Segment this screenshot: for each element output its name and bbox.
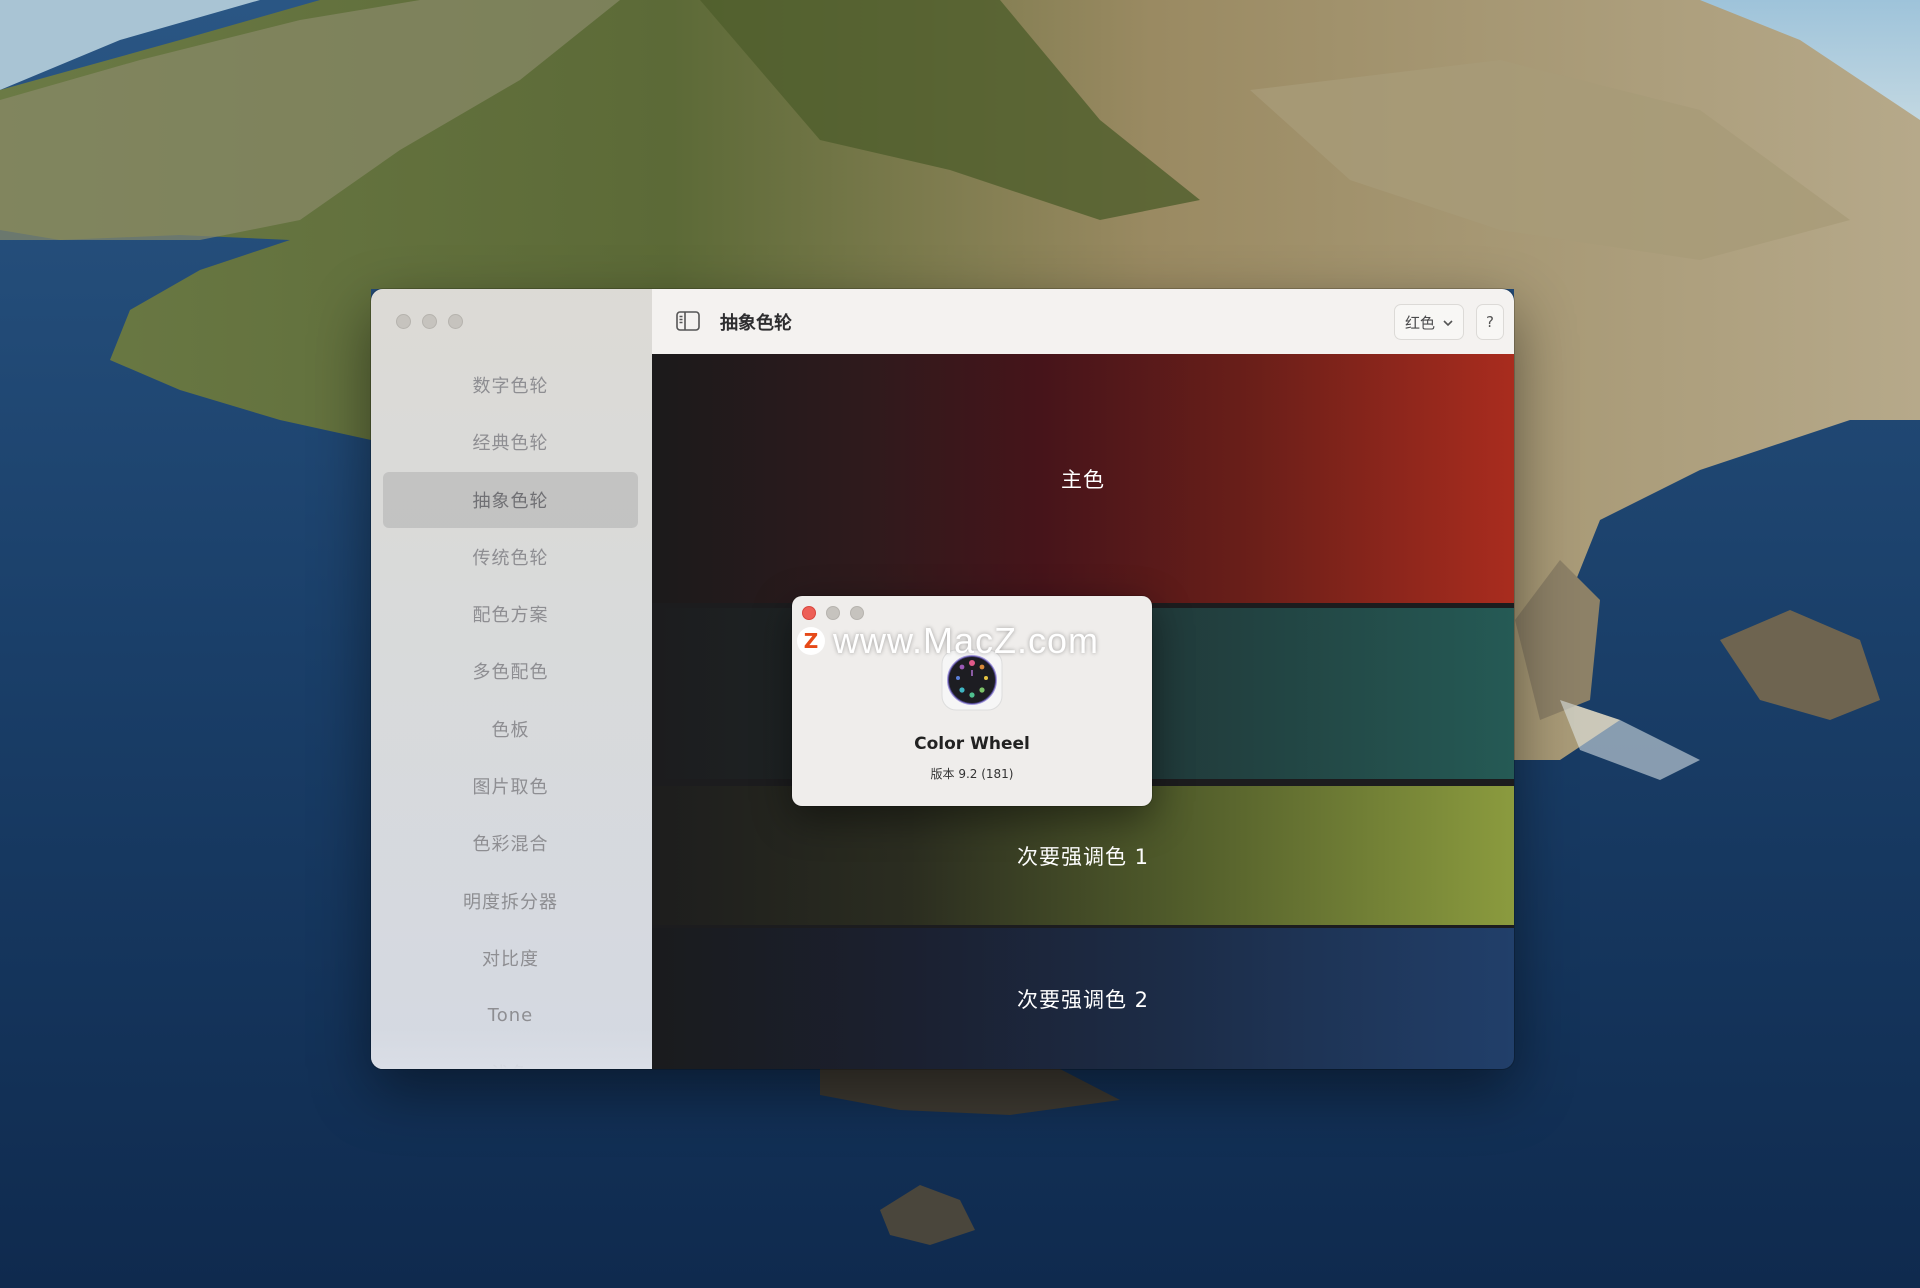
sidebar-toggle-icon[interactable]	[676, 311, 700, 335]
minimize-button[interactable]	[422, 314, 437, 329]
sidebar-nav: 数字色轮 经典色轮 抽象色轮 传统色轮 配色方案 多色配色 色板 图片取色 色彩…	[383, 357, 638, 1069]
chevron-down-icon	[1443, 313, 1453, 331]
sidebar-item-swatches[interactable]: 色板	[383, 701, 638, 757]
sidebar-item-multi-color[interactable]: 多色配色	[383, 643, 638, 699]
band-secondary-2-label: 次要强调色 2	[1016, 987, 1150, 1012]
band-secondary-2[interactable]: 次要强调色 2	[652, 928, 1514, 1069]
window-controls	[396, 314, 463, 329]
about-window-controls	[802, 606, 864, 620]
zoom-button[interactable]	[448, 314, 463, 329]
watermark: Z www.MacZ.com	[797, 620, 1099, 662]
sidebar-item-classic-wheel[interactable]: 经典色轮	[383, 414, 638, 470]
sidebar-item-lightness-splitter[interactable]: 明度拆分器	[383, 873, 638, 929]
about-app-name: Color Wheel	[914, 734, 1030, 754]
about-close-button[interactable]	[802, 606, 816, 620]
color-popup-label: 红色	[1404, 313, 1435, 332]
about-version: 版本 9.2 (181)	[930, 767, 1014, 781]
sidebar-item-image-picker[interactable]: 图片取色	[383, 758, 638, 814]
band-primary-label: 主色	[1061, 467, 1105, 492]
sidebar-item-traditional-wheel[interactable]: 传统色轮	[383, 529, 638, 585]
sidebar-item-color-mix[interactable]: 色彩混合	[383, 815, 638, 871]
help-button[interactable]: ?	[1476, 304, 1504, 340]
sidebar-item-contrast[interactable]: 对比度	[383, 930, 638, 986]
close-button[interactable]	[396, 314, 411, 329]
band-primary[interactable]: 主色	[652, 354, 1514, 603]
sidebar-item-digital-wheel[interactable]: 数字色轮	[383, 357, 638, 413]
sidebar-scroll-fade	[371, 1029, 652, 1069]
sidebar-item-abstract-wheel[interactable]: 抽象色轮	[383, 471, 638, 528]
about-zoom-button[interactable]	[850, 606, 864, 620]
color-popup-button[interactable]: 红色	[1393, 304, 1464, 340]
about-minimize-button[interactable]	[826, 606, 840, 620]
sidebar: 数字色轮 经典色轮 抽象色轮 传统色轮 配色方案 多色配色 色板 图片取色 色彩…	[371, 289, 653, 1069]
band-secondary-1[interactable]: 次要强调色 1	[652, 786, 1514, 925]
page-title: 抽象色轮	[720, 313, 792, 334]
band-secondary-1-label: 次要强调色 1	[1016, 844, 1150, 869]
watermark-url: www.MacZ.com	[833, 620, 1100, 661]
macz-logo-icon: Z	[797, 627, 825, 655]
sidebar-item-color-schemes[interactable]: 配色方案	[383, 586, 638, 642]
toolbar: 抽象色轮 红色 ?	[652, 289, 1514, 355]
